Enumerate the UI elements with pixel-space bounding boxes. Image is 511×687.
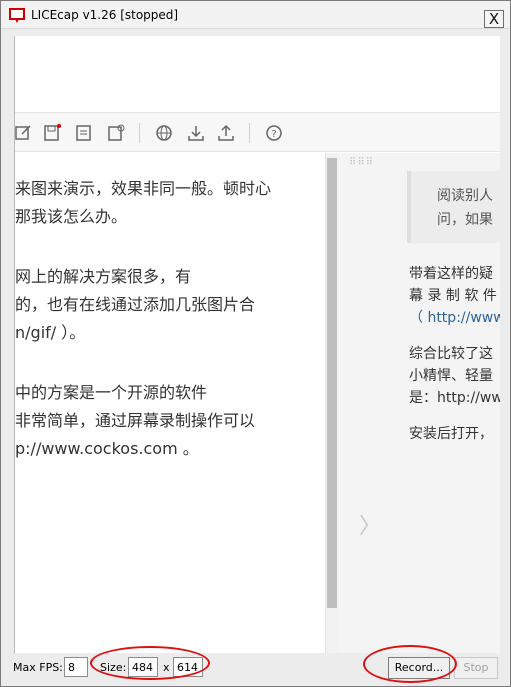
- preview-link-line[interactable]: （ http://www: [409, 307, 500, 327]
- quote-line: 问，如果: [437, 212, 493, 228]
- max-fps-label: Max FPS:: [13, 661, 63, 674]
- globe-icon[interactable]: [155, 124, 173, 142]
- licecap-app-icon: [9, 8, 25, 23]
- preview-line: 安装后打开，: [409, 426, 493, 442]
- capture-area: ? 来图来演示，效果非同一般。顿时心 那我该怎么办。 网上的解决方案很多，有 的…: [14, 36, 500, 653]
- size-label: Size:: [100, 661, 127, 674]
- document-icon[interactable]: [75, 124, 93, 142]
- title-bar[interactable]: LICEcap v1.26 [stopped] X: [1, 1, 510, 29]
- editor-line: 非常简单，通过屏幕录制操作可以: [15, 411, 256, 430]
- upload-icon[interactable]: [217, 124, 235, 142]
- quote-line: 阅读别人: [437, 188, 493, 204]
- toolbar-separator: [139, 123, 140, 143]
- preview-line: 综合比较了这: [409, 346, 493, 362]
- max-fps-input[interactable]: 8: [64, 657, 88, 677]
- editor-line: 中的方案是一个开源的软件: [15, 383, 208, 402]
- download-icon[interactable]: [187, 124, 205, 142]
- editor-line: n/gif/ ）。: [15, 323, 86, 342]
- size-x-label: x: [163, 661, 170, 674]
- chevron-right-icon: 〉: [359, 514, 382, 539]
- toolbar-separator: [249, 123, 250, 143]
- editor-scrollbar-thumb[interactable]: [327, 158, 337, 608]
- window-title: LICEcap v1.26 [stopped]: [31, 8, 179, 22]
- help-icon[interactable]: ?: [265, 124, 283, 142]
- editor-line: 来图来演示，效果非同一般。顿时心: [15, 179, 272, 198]
- preview-line: 是：http://ww: [409, 390, 500, 406]
- editor-link-line[interactable]: p://www.cockos.com 。: [15, 435, 199, 459]
- markdown-editor-pane[interactable]: 来图来演示，效果非同一般。顿时心 那我该怎么办。 网上的解决方案很多，有 的，也…: [15, 153, 325, 653]
- licecap-window: LICEcap v1.26 [stopped] X ? 来图来演示，效果非同一般…: [0, 0, 511, 687]
- settings-document-icon[interactable]: [107, 124, 125, 142]
- preview-line: 小精悍、轻量: [409, 368, 493, 384]
- drag-handle-icon[interactable]: ⠿⠿⠿: [349, 157, 374, 168]
- editor-line: 那我该怎么办。: [15, 207, 128, 226]
- preview-line: 带着这样的疑: [409, 266, 493, 282]
- preview-pane: ⠿⠿⠿ 阅读别人 问，如果 带着这样的疑 幕 录 制 软 件 （ http://…: [339, 153, 500, 653]
- height-input[interactable]: 614: [173, 657, 203, 677]
- save-icon[interactable]: [43, 124, 61, 142]
- preview-line: 幕 录 制 软 件: [409, 288, 497, 304]
- record-button[interactable]: Record...: [388, 657, 450, 679]
- width-input[interactable]: 484: [128, 657, 158, 677]
- editor-line: 的，也有在线通过添加几张图片合: [15, 295, 256, 314]
- licecap-controls: Max FPS: 8 Size: 484 x 614 Record... Sto…: [1, 654, 510, 686]
- editor-toolbar: ?: [15, 112, 500, 152]
- preview-blockquote: 阅读别人 问，如果: [407, 171, 500, 243]
- edit-icon[interactable]: [15, 124, 33, 142]
- svg-text:?: ?: [271, 129, 276, 140]
- editor-line: 网上的解决方案很多，有: [15, 267, 192, 286]
- close-button[interactable]: X: [484, 10, 504, 28]
- stop-button[interactable]: Stop: [454, 657, 498, 679]
